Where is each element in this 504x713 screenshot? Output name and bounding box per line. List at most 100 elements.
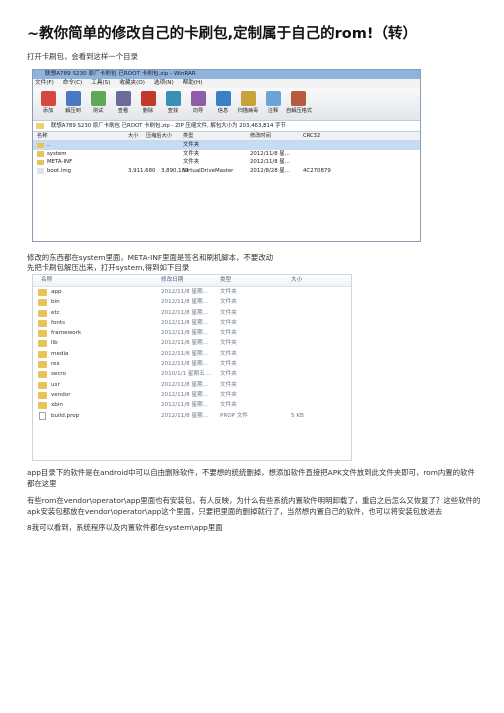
intro-text: 打开卡刷包，会看到这样一个目录 xyxy=(27,52,138,61)
menu-item[interactable]: 收藏夹(O) xyxy=(119,80,145,86)
cell-name: lib xyxy=(51,340,58,347)
col-name[interactable]: 名称 xyxy=(37,132,47,140)
toolbar-label: 解压到 xyxy=(65,108,81,114)
col-packed[interactable]: 压缩后大小 xyxy=(146,132,172,140)
menu-item[interactable]: 工具(S) xyxy=(91,80,110,86)
cell-date: 2012/11/8 星期... xyxy=(161,412,208,419)
toolbar-button[interactable]: 扫描病毒 xyxy=(236,88,260,120)
toolbar-button[interactable]: 删除 xyxy=(136,88,160,120)
winrar-row[interactable]: .. 文件夹 xyxy=(33,141,420,150)
cell-type: 文件夹 xyxy=(183,159,200,165)
folder-icon xyxy=(38,361,47,369)
cell-type: 文件夹 xyxy=(220,299,237,306)
explorer-row[interactable]: fonts 2012/11/8 星期... 文件夹 xyxy=(33,318,351,328)
explorer-row[interactable]: app 2012/11/8 星期... 文件夹 xyxy=(33,287,351,297)
toolbar-button[interactable]: 测试 xyxy=(86,88,110,120)
toolbar-label: 自解压格式 xyxy=(286,108,312,114)
toolbar-icon xyxy=(115,91,131,106)
winrar-title-bar: 联想A789 S230 原厂卡刷包 已ROOT 卡刷包.zip - WinRAR xyxy=(33,70,420,79)
folder-icon xyxy=(37,142,44,148)
toolbar-button[interactable]: 解压到 xyxy=(61,88,85,120)
folder-icon xyxy=(38,289,47,296)
toolbar-label: 信息 xyxy=(217,108,229,114)
explorer-row[interactable]: build.prop 2012/11/8 星期... PROP 文件 5 KB xyxy=(33,411,351,421)
cell-date: 2012/11/8 星期... xyxy=(161,319,208,326)
explorer-row[interactable]: vendor 2012/11/8 星期... 文件夹 xyxy=(33,390,351,400)
explorer-row[interactable]: media 2012/11/8 星期... 文件夹 xyxy=(33,349,351,359)
col-size[interactable]: 大小 xyxy=(291,275,302,286)
cell-name: usr xyxy=(51,381,60,388)
cell-date: 2012/11/8 星期... xyxy=(161,350,208,357)
col-date[interactable]: 修改日期 xyxy=(161,275,183,286)
explorer-row[interactable]: bin 2012/11/8 星期... 文件夹 xyxy=(33,297,351,307)
cell-name: META-INF xyxy=(47,159,73,165)
article-title: ~教你简单的修改自己的卡刷包,定制属于自己的rom!（转） xyxy=(27,26,417,42)
cell-type: 文件夹 xyxy=(220,402,237,409)
toolbar-button[interactable]: 查看 xyxy=(111,88,135,120)
folder-icon xyxy=(38,309,47,317)
folder-icon xyxy=(38,381,47,389)
cell-date: 2012/11/8 星期... xyxy=(161,299,208,306)
explorer-row[interactable]: etc 2012/11/8 星期... 文件夹 xyxy=(33,308,351,318)
folder-icon xyxy=(37,151,44,157)
cell-date: 2012/11/8 星期... xyxy=(161,361,208,368)
explorer-row[interactable]: res 2012/11/8 星期... 文件夹 xyxy=(33,359,351,369)
unzip-note: 先把卡刷包解压出来，打开system,得到如下目录 xyxy=(27,263,190,272)
cell-name: bin xyxy=(51,299,60,306)
cell-date: 2012/8/28 星... xyxy=(250,167,290,174)
toolbar-button[interactable]: 信息 xyxy=(211,88,235,120)
menu-item[interactable]: 帮助(H) xyxy=(183,80,203,86)
col-type[interactable]: 类型 xyxy=(220,275,231,286)
explorer-row[interactable]: framework 2012/11/8 星期... 文件夹 xyxy=(33,328,351,338)
col-name[interactable]: 名称 xyxy=(41,275,52,286)
folder-up-icon[interactable] xyxy=(36,123,44,129)
cell-name: xbin xyxy=(51,402,63,409)
winrar-path-bar[interactable]: 联想A789 S230 原厂卡刷包 已ROOT 卡刷包.zip - ZIP 压缩… xyxy=(33,121,420,132)
col-crc[interactable]: CRC32 xyxy=(303,132,320,140)
toolbar-icon xyxy=(65,91,81,106)
cell-date: 2012/11/8 星期... xyxy=(161,289,208,295)
toolbar-icon xyxy=(40,91,56,106)
cell-type: 文件夹 xyxy=(220,391,237,398)
explorer-row[interactable]: xbin 2012/11/8 星期... 文件夹 xyxy=(33,400,351,410)
cell-size: 5 KB xyxy=(291,412,304,419)
explorer-row[interactable]: secro 2010/1/1 星期五 ... 文件夹 xyxy=(33,369,351,379)
toolbar-button[interactable]: 注释 xyxy=(261,88,285,120)
col-type[interactable]: 类型 xyxy=(183,132,193,140)
menu-item[interactable]: 文件(F) xyxy=(35,80,54,86)
file-icon xyxy=(39,411,46,420)
toolbar-button[interactable]: 查找 xyxy=(161,88,185,120)
cell-name: vendor xyxy=(51,391,71,398)
folder-icon xyxy=(38,299,47,307)
toolbar-label: 注释 xyxy=(267,108,279,114)
menu-item[interactable]: 命令(C) xyxy=(63,80,82,86)
explorer-row[interactable]: usr 2012/11/8 星期... 文件夹 xyxy=(33,380,351,390)
toolbar-button[interactable]: 自解压格式 xyxy=(286,88,312,120)
folder-icon xyxy=(38,371,47,379)
toolbar-button[interactable]: 向导 xyxy=(186,88,210,120)
winrar-row[interactable]: boot.img 3,911,680 3,890,189 VirtualDriveMa… xyxy=(33,167,420,176)
cell-size: 3,911,680 xyxy=(128,167,156,174)
winrar-row[interactable]: META-INF 文件夹 2012/11/8 星... xyxy=(33,158,420,167)
toolbar-label: 删除 xyxy=(142,108,154,114)
system-app-note: 8我可以看到，系统程序以及内置软件都在system\app里面 xyxy=(27,523,223,532)
col-date[interactable]: 修改时间 xyxy=(250,132,271,140)
winrar-path-text: 联想A789 S230 原厂卡刷包 已ROOT 卡刷包.zip - ZIP 压缩… xyxy=(51,123,286,129)
cell-name: .. xyxy=(47,142,51,148)
winrar-menu-bar: 文件(F) 命令(C) 工具(S) 收藏夹(O) 选项(N) 帮助(H) xyxy=(33,79,420,88)
cell-type: 文件夹 xyxy=(220,381,237,388)
winrar-row[interactable]: system 文件夹 2012/11/8 星... xyxy=(33,150,420,159)
cell-date: 2012/11/8 星期... xyxy=(161,381,208,388)
cell-name: media xyxy=(51,350,69,357)
explorer-row[interactable]: lib 2012/11/8 星期... 文件夹 xyxy=(33,338,351,348)
cell-name: system xyxy=(47,150,67,157)
cell-type: 文件夹 xyxy=(183,142,200,148)
cell-type: 文件夹 xyxy=(220,361,237,368)
menu-item[interactable]: 选项(N) xyxy=(154,80,174,86)
cell-type: PROP 文件 xyxy=(220,412,249,419)
cell-date: 2012/11/8 星... xyxy=(250,159,290,165)
explorer-window: 名称 修改日期 类型 大小 app 2012/11/8 星期... 文件夹 bin 20… xyxy=(32,274,352,461)
col-size[interactable]: 大小 xyxy=(128,132,138,140)
toolbar-button[interactable]: 添加 xyxy=(36,88,60,120)
folder-icon xyxy=(38,340,47,348)
